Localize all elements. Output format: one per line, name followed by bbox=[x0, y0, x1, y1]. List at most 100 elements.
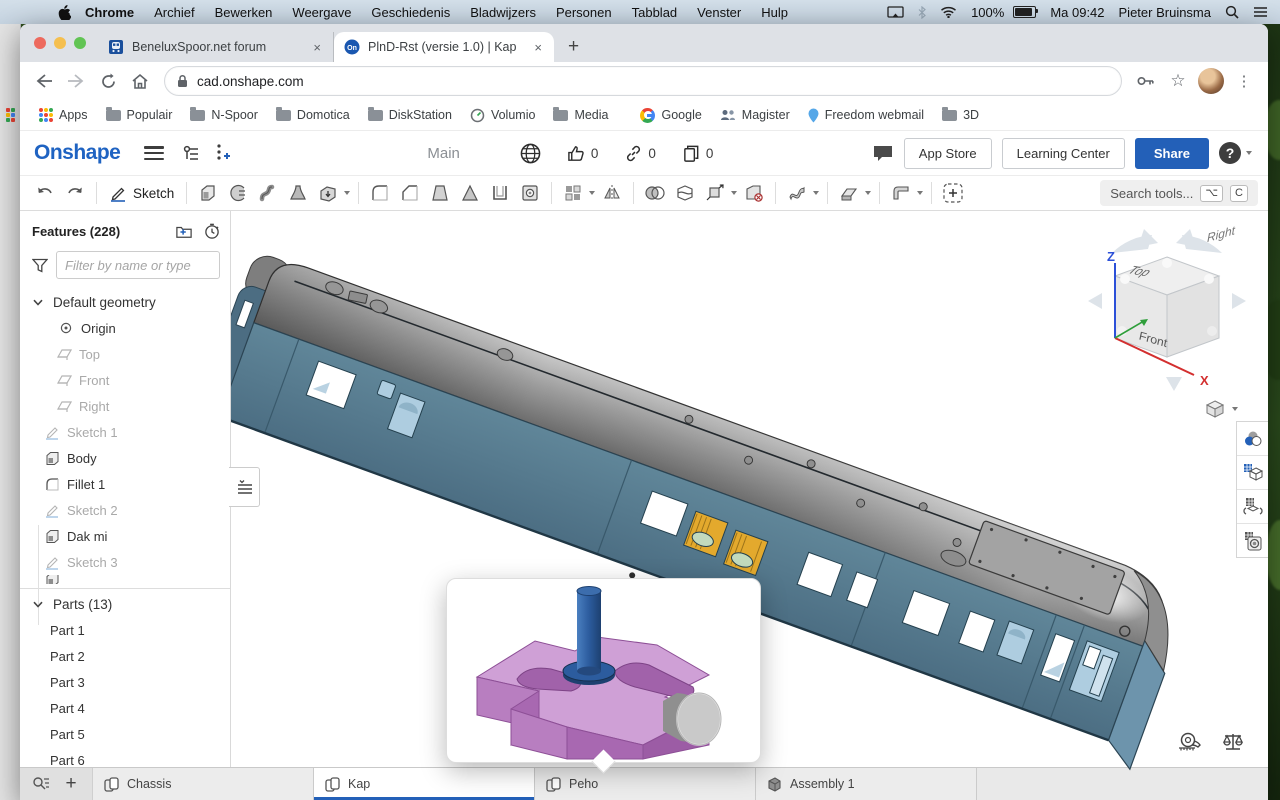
menubar-user[interactable]: Pieter Bruinsma bbox=[1119, 5, 1211, 20]
view-options-dropdown[interactable] bbox=[1205, 399, 1240, 419]
feature-group-default-geometry[interactable]: Default geometry bbox=[20, 289, 230, 315]
bluetooth-icon[interactable] bbox=[918, 5, 926, 19]
chevron-down-icon[interactable] bbox=[813, 191, 820, 195]
zoom-window-button[interactable] bbox=[74, 37, 86, 49]
draft-icon[interactable] bbox=[428, 181, 452, 205]
chevron-down-icon[interactable] bbox=[865, 191, 872, 195]
mass-properties-scale-icon[interactable] bbox=[1222, 732, 1244, 757]
add-folder-icon[interactable] bbox=[176, 223, 192, 239]
tab-close-icon[interactable]: × bbox=[532, 40, 544, 55]
menubar-item-weergave[interactable]: Weergave bbox=[282, 5, 361, 20]
rib-icon[interactable] bbox=[458, 181, 482, 205]
bookmark-google[interactable]: Google bbox=[631, 107, 710, 123]
doc-tab-chassis[interactable]: Chassis bbox=[93, 768, 314, 800]
fillet-icon[interactable] bbox=[368, 181, 392, 205]
surface-icon[interactable] bbox=[785, 181, 809, 205]
mirror-icon[interactable] bbox=[600, 181, 624, 205]
sweep-icon[interactable] bbox=[256, 181, 280, 205]
menubar-item-bladwijzers[interactable]: Bladwijzers bbox=[460, 5, 546, 20]
transform-icon[interactable] bbox=[703, 181, 727, 205]
mate-connector-icon[interactable] bbox=[941, 181, 965, 205]
chevron-down-icon[interactable] bbox=[30, 596, 46, 612]
share-button[interactable]: Share bbox=[1134, 137, 1209, 169]
spotlight-search-icon[interactable] bbox=[1225, 5, 1239, 19]
add-tab-button[interactable]: + bbox=[58, 772, 84, 796]
profile-avatar[interactable] bbox=[1198, 68, 1224, 94]
links-counter[interactable]: 0 bbox=[624, 144, 656, 163]
menubar-item-hulp[interactable]: Hulp bbox=[751, 5, 798, 20]
menubar-item-archief[interactable]: Archief bbox=[144, 5, 204, 20]
thicken-icon[interactable] bbox=[316, 181, 340, 205]
back-button[interactable] bbox=[30, 67, 58, 95]
close-window-button[interactable] bbox=[34, 37, 46, 49]
graphics-area[interactable]: Top Front Right Z X bbox=[231, 211, 1268, 774]
minimize-window-button[interactable] bbox=[54, 37, 66, 49]
workspace-name[interactable]: Main bbox=[427, 145, 460, 162]
extrude-icon[interactable] bbox=[196, 181, 220, 205]
document-menu-icon[interactable] bbox=[144, 146, 165, 160]
menubar-item-tabblad[interactable]: Tabblad bbox=[622, 5, 688, 20]
revolve-icon[interactable] bbox=[226, 181, 250, 205]
browser-tab-onshape[interactable]: On PlnD-Rst (versie 1.0) | Kap × bbox=[334, 32, 554, 62]
part-row-6[interactable]: Part 6 bbox=[20, 747, 230, 768]
search-tabs-icon[interactable] bbox=[28, 772, 54, 796]
comment-icon[interactable] bbox=[872, 143, 894, 163]
doc-tab-kap[interactable]: Kap bbox=[314, 768, 535, 800]
shell-icon[interactable] bbox=[488, 181, 512, 205]
follow-mode-icon[interactable] bbox=[210, 141, 234, 165]
bookmark-magister[interactable]: Magister bbox=[711, 108, 799, 122]
doc-tab-peho[interactable]: Peho bbox=[535, 768, 756, 800]
feature-plane-front[interactable]: Front bbox=[20, 367, 230, 393]
bookmark-n-spoor[interactable]: N-Spoor bbox=[181, 106, 267, 122]
feature-fillet-1[interactable]: Fillet 1 bbox=[20, 471, 230, 497]
sheet-metal-icon[interactable] bbox=[889, 181, 913, 205]
password-key-icon[interactable] bbox=[1132, 67, 1160, 95]
feature-dak-mi[interactable]: Dak mi bbox=[20, 523, 230, 549]
help-menu[interactable]: ? bbox=[1219, 142, 1254, 164]
window-controls[interactable] bbox=[34, 37, 86, 49]
home-button[interactable] bbox=[126, 67, 154, 95]
boolean-icon[interactable] bbox=[643, 181, 667, 205]
wifi-icon[interactable] bbox=[940, 6, 957, 18]
bookmark-populair[interactable]: Populair bbox=[97, 106, 182, 122]
panel-collapse-handle[interactable] bbox=[229, 467, 260, 507]
view-cube[interactable]: Top Front Right Z X bbox=[1082, 223, 1252, 398]
app-store-button[interactable]: App Store bbox=[903, 137, 992, 169]
linear-pattern-icon[interactable] bbox=[561, 181, 585, 205]
copies-counter[interactable]: 0 bbox=[682, 144, 713, 163]
plane-icon[interactable] bbox=[837, 181, 861, 205]
bookmark-apps[interactable]: Apps bbox=[30, 108, 97, 122]
new-tab-button[interactable]: + bbox=[554, 36, 593, 58]
bookmark-domotica[interactable]: Domotica bbox=[267, 106, 359, 122]
reload-button[interactable] bbox=[94, 67, 122, 95]
render-panel-button[interactable] bbox=[1237, 524, 1268, 557]
menubar-item-bewerken[interactable]: Bewerken bbox=[205, 5, 283, 20]
feature-body[interactable]: Body bbox=[20, 445, 230, 471]
rollback-history-icon[interactable] bbox=[204, 223, 220, 239]
split-icon[interactable] bbox=[673, 181, 697, 205]
notification-center-icon[interactable] bbox=[1253, 6, 1268, 18]
undo-icon[interactable] bbox=[33, 181, 57, 205]
address-bar[interactable]: cad.onshape.com bbox=[164, 66, 1122, 96]
feature-sketch-1[interactable]: Sketch 1 bbox=[20, 419, 230, 445]
apple-menu[interactable] bbox=[58, 4, 71, 20]
sketch-button[interactable]: Sketch bbox=[103, 184, 180, 202]
menubar-item-personen[interactable]: Personen bbox=[546, 5, 622, 20]
tab-close-icon[interactable]: × bbox=[311, 40, 323, 55]
part-row-3[interactable]: Part 3 bbox=[20, 669, 230, 695]
menubar-item-venster[interactable]: Venster bbox=[687, 5, 751, 20]
feature-filter-input[interactable] bbox=[56, 251, 220, 279]
public-globe-icon[interactable] bbox=[520, 143, 541, 164]
delete-face-icon[interactable] bbox=[742, 181, 766, 205]
search-tools-box[interactable]: Search tools... ⌥ C bbox=[1100, 180, 1258, 206]
doc-tab-assembly-1[interactable]: Assembly 1 bbox=[756, 768, 977, 800]
bookmark-star-icon[interactable]: ☆ bbox=[1164, 67, 1192, 95]
chevron-down-icon[interactable] bbox=[30, 294, 46, 310]
chevron-down-icon[interactable] bbox=[731, 191, 738, 195]
feature-sketch-2[interactable]: Sketch 2 bbox=[20, 497, 230, 523]
bookmark-diskstation[interactable]: DiskStation bbox=[359, 106, 461, 122]
configurations-panel-button[interactable] bbox=[1237, 456, 1268, 490]
bookmark-media[interactable]: Media bbox=[544, 106, 617, 122]
appearance-panel-button[interactable] bbox=[1237, 422, 1268, 456]
menubar-clock[interactable]: Ma 09:42 bbox=[1050, 5, 1104, 20]
